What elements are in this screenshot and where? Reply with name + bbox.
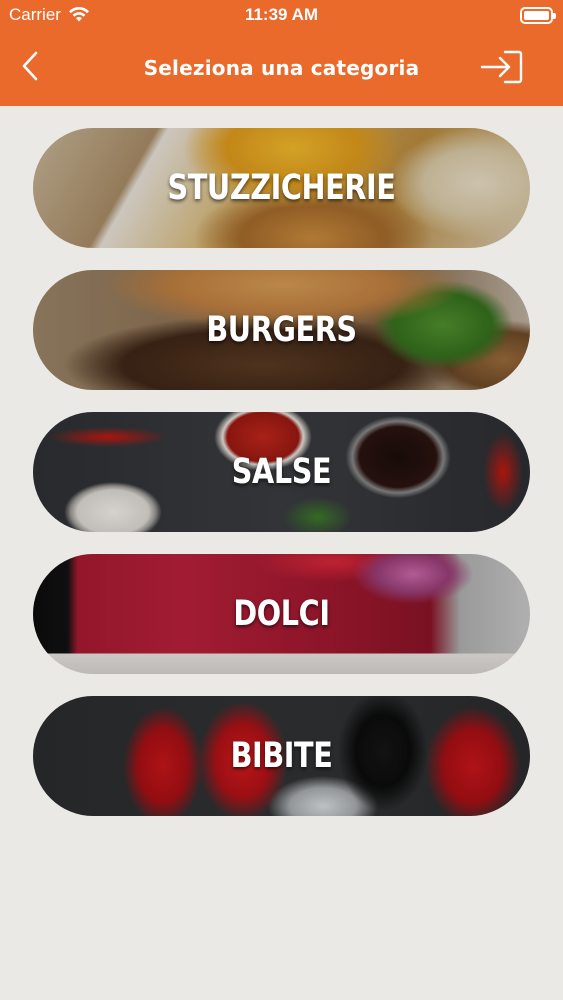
category-bibite-button[interactable]: BIBITE	[33, 696, 530, 816]
category-burgers-button[interactable]: BURGERS	[33, 270, 530, 390]
category-label: STUZZICHERIE	[167, 168, 396, 208]
status-bar: Carrier 11:39 AM	[0, 0, 563, 32]
battery-icon	[520, 7, 556, 24]
category-dolci-button[interactable]: DOLCI	[33, 554, 530, 674]
category-list: STUZZICHERIE BURGERS SALSE DOLCI BIBITE	[33, 128, 530, 838]
category-label: DOLCI	[233, 594, 330, 634]
category-label: SALSE	[231, 452, 332, 492]
navigation-bar: Seleziona una categoria	[0, 32, 563, 106]
category-label: BIBITE	[230, 736, 333, 776]
category-label: BURGERS	[206, 310, 357, 350]
clock: 11:39 AM	[244, 5, 319, 24]
sign-out-icon[interactable]	[479, 48, 525, 86]
category-stuzzicherie-button[interactable]: STUZZICHERIE	[33, 128, 530, 248]
category-salse-button[interactable]: SALSE	[33, 412, 530, 532]
